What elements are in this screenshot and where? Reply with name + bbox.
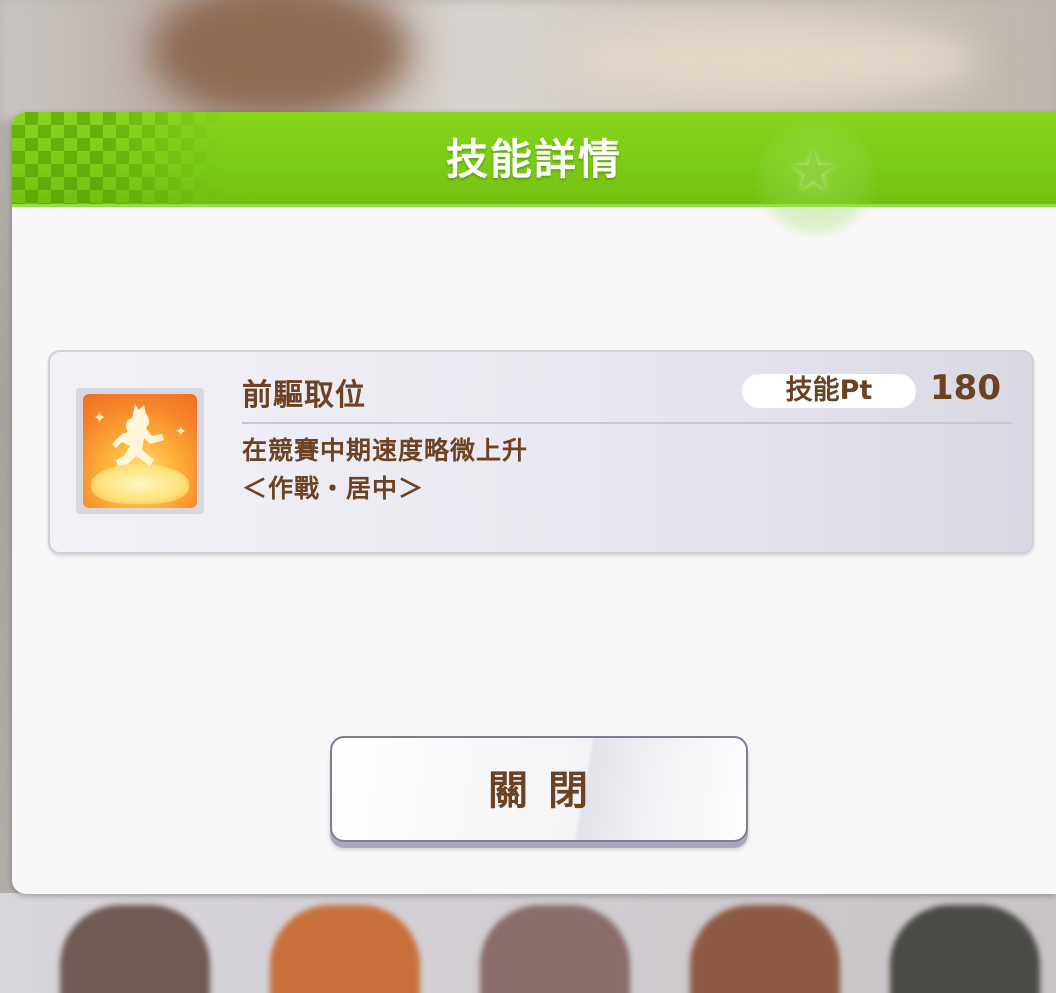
runner-silhouette <box>112 404 164 466</box>
skill-pt-value: 180 <box>930 368 1001 408</box>
close-button[interactable]: 關閉 <box>330 736 748 842</box>
skill-description: 在競賽中期速度略微上升 ＜作戰・居中＞ <box>242 432 528 508</box>
blurred-character-5 <box>890 905 1040 993</box>
skill-detail-dialog: ★ 技能詳情 ✦ ✦ 前驅取位 技能Pt 180 在競賽中期速度略微上升 ＜作戰… <box>12 112 1056 894</box>
dialog-title: 技能詳情 <box>445 135 622 184</box>
skill-card: ✦ ✦ 前驅取位 技能Pt 180 在競賽中期速度略微上升 ＜作戰・居中＞ <box>48 350 1034 554</box>
blurred-character-4 <box>690 905 840 993</box>
blurred-shelf <box>560 20 980 100</box>
sparkle-icon: ✦ <box>175 424 187 440</box>
running-horse-girl-icon: ✦ ✦ <box>83 394 197 508</box>
dialog-header: ★ 技能詳情 <box>12 112 1056 240</box>
blurred-character-2 <box>270 905 420 993</box>
blurred-character-1 <box>60 905 210 993</box>
skill-pt-label: 技能Pt <box>742 374 916 408</box>
skill-name: 前驅取位 <box>242 378 366 413</box>
card-divider <box>242 422 1012 424</box>
skill-description-condition: ＜作戰・居中＞ <box>242 474 425 503</box>
game-scene: ★ 技能詳情 ✦ ✦ 前驅取位 技能Pt 180 在競賽中期速度略微上升 ＜作戰… <box>0 0 1056 993</box>
skill-icon-frame: ✦ ✦ <box>76 388 204 514</box>
blurred-character-3 <box>480 905 630 993</box>
skill-description-effect: 在競賽中期速度略微上升 <box>242 436 529 465</box>
